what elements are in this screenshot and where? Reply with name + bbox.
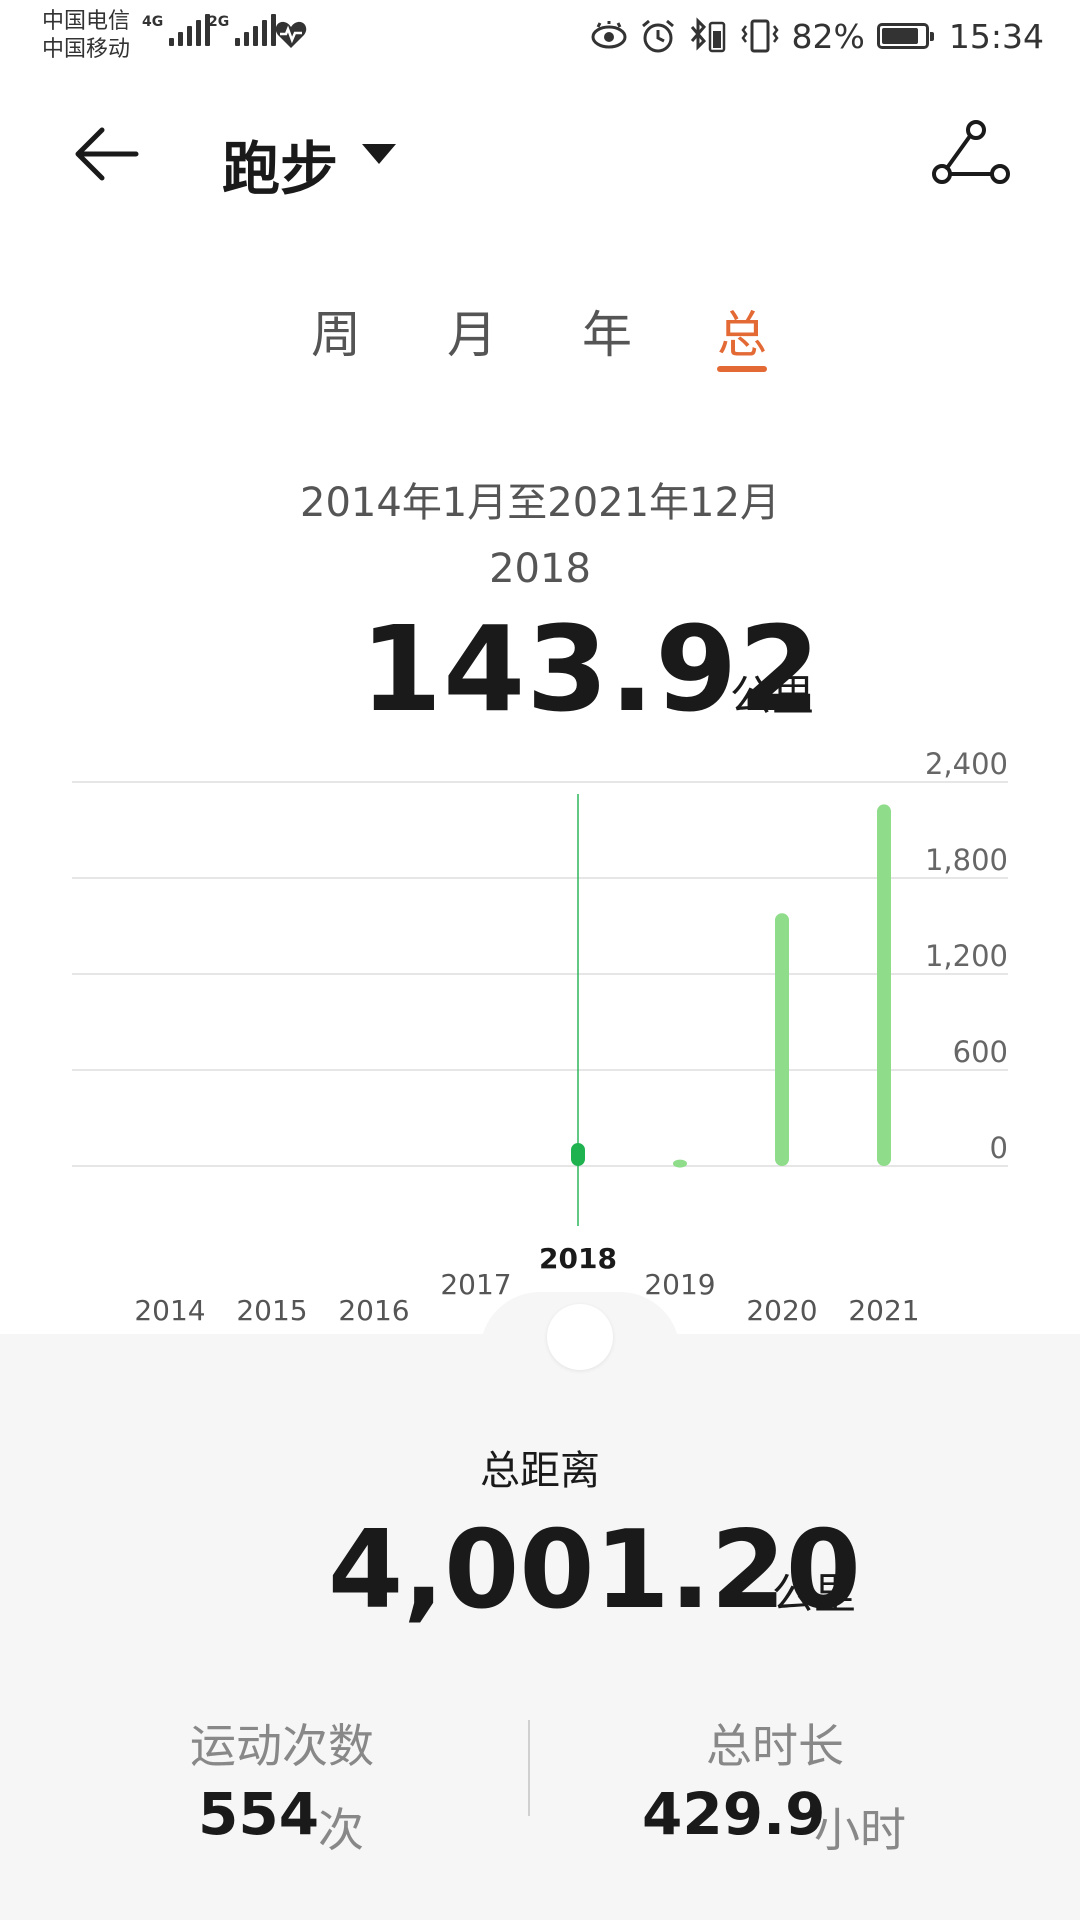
yearly-distance-chart[interactable]: 2,400 1,800 1,200 600 0 2014 2015 2016 2017 2018 2… <box>0 740 1080 1340</box>
status-bar: 中国电信 中国移动 4G 2G 82% 15:34 <box>0 0 1080 80</box>
battery-icon <box>876 23 934 49</box>
workout-count-unit: 次 <box>318 1803 364 1857</box>
chart-bar-2019 <box>673 1159 687 1168</box>
battery-percent: 82% <box>791 16 865 56</box>
selected-distance-unit: 公里 <box>730 671 815 720</box>
stats-divider <box>528 1720 530 1816</box>
carrier-1: 中国电信 <box>42 9 131 34</box>
signal-2g-icon: 2G <box>208 14 277 46</box>
chart-bar-2018 <box>571 1142 585 1166</box>
x-tick-label-2020: 2020 <box>746 1294 817 1327</box>
sport-type-title[interactable]: 跑步 <box>222 122 338 206</box>
total-distance-label: 总距离 <box>480 1448 600 1494</box>
selected-year: 2018 <box>489 546 591 592</box>
bluetooth-battery-icon <box>690 17 725 53</box>
total-duration-value: 429.9 <box>642 1780 826 1848</box>
vibrate-icon <box>740 19 779 53</box>
chart-bar-2020 <box>775 913 789 1166</box>
x-tick-label-2021: 2021 <box>848 1294 919 1327</box>
back-arrow-icon[interactable] <box>72 118 144 190</box>
y-tick-label: 600 <box>953 1035 1008 1069</box>
y-tick-label: 1,800 <box>925 843 1008 877</box>
y-tick-label: 2,400 <box>925 747 1008 781</box>
carrier-names: 中国电信 中国移动 <box>42 8 130 64</box>
y-tick-label: 0 <box>990 1131 1008 1165</box>
x-tick-label-2014: 2014 <box>134 1294 205 1327</box>
alarm-icon <box>641 19 674 53</box>
route-share-icon[interactable] <box>930 118 1010 198</box>
chart-bar-2021 <box>877 804 891 1166</box>
x-tick-label-2017: 2017 <box>440 1268 511 1301</box>
status-icons: 82% 15:34 <box>590 14 1044 58</box>
total-duration-unit: 小时 <box>814 1803 906 1857</box>
total-duration-label: 总时长 <box>706 1719 844 1773</box>
x-tick-label-2016: 2016 <box>338 1294 409 1327</box>
x-tick-label-2018: 2018 <box>539 1242 617 1275</box>
workout-count-value: 554 <box>198 1780 320 1848</box>
carrier-2: 中国移动 <box>42 37 131 62</box>
eye-comfort-icon <box>591 21 627 49</box>
tab-month[interactable]: 月 <box>422 295 522 367</box>
tab-year[interactable]: 年 <box>557 295 657 367</box>
year-scrubber-handle[interactable] <box>547 1304 613 1370</box>
workout-count-label: 运动次数 <box>190 1719 374 1773</box>
date-range: 2014年1月至2021年12月 <box>300 480 780 526</box>
tab-week[interactable]: 周 <box>286 295 386 367</box>
health-heart-icon <box>275 21 307 48</box>
x-tick-label-2019: 2019 <box>644 1268 715 1301</box>
x-tick-label-2015: 2015 <box>236 1294 307 1327</box>
y-tick-label: 1,200 <box>925 939 1008 973</box>
network-4g-label: 4G <box>142 14 164 30</box>
total-distance-unit: 公里 <box>772 1569 857 1618</box>
clock: 15:34 <box>948 16 1044 56</box>
tab-total[interactable]: 总 <box>692 295 792 367</box>
network-2g-label: 2G <box>208 14 230 30</box>
dropdown-caret-icon[interactable] <box>362 144 396 164</box>
signal-4g-icon: 4G <box>142 14 211 46</box>
tab-active-indicator <box>717 366 767 372</box>
